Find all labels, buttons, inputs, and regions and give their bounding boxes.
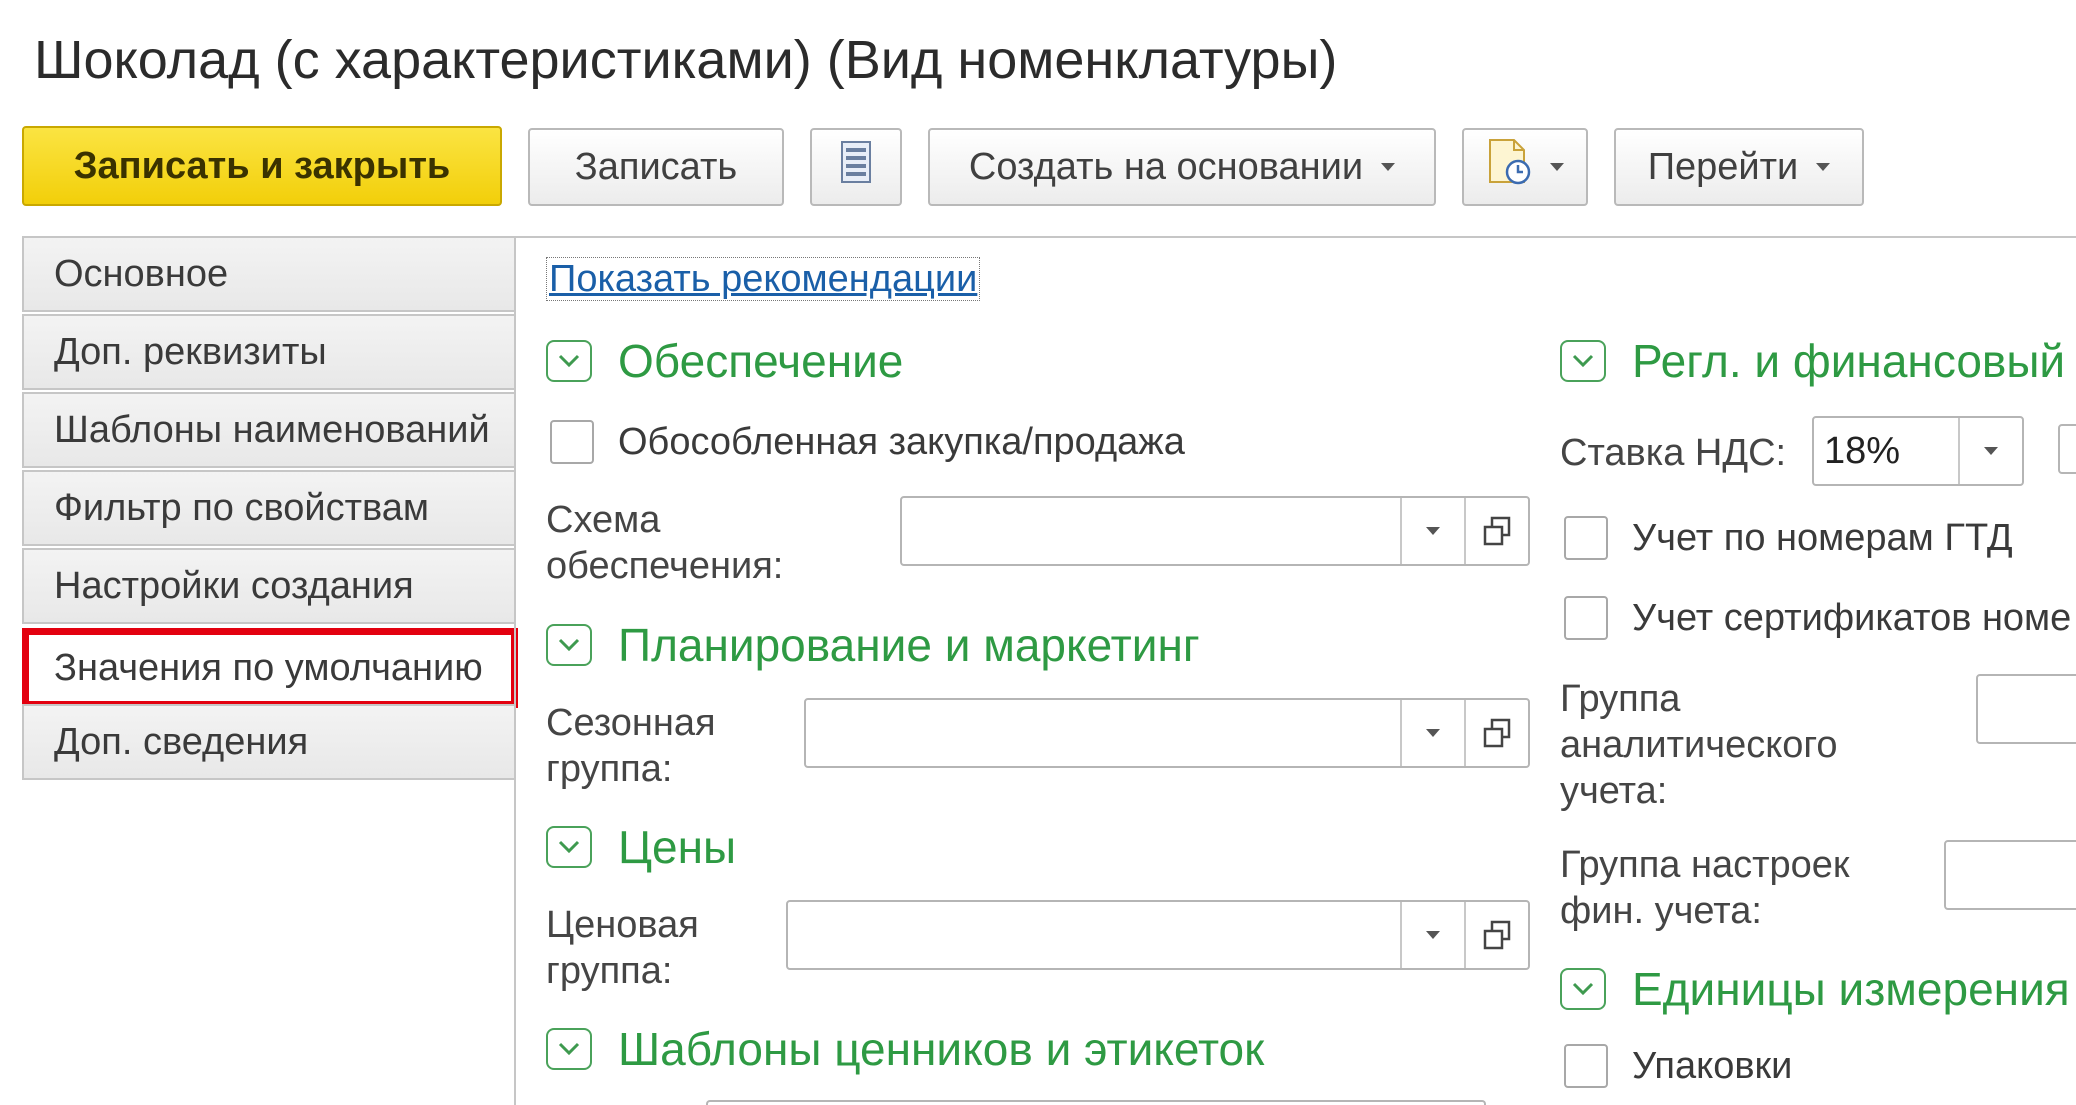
price-group-input[interactable]	[788, 902, 1400, 968]
checkbox-box[interactable]	[1564, 596, 1608, 640]
chevron-down-icon	[1426, 527, 1440, 535]
sidebar-item-creation-settings[interactable]: Настройки создания	[22, 548, 516, 624]
fin-settings-group-field[interactable]	[1944, 840, 2076, 910]
checkbox-box[interactable]	[550, 420, 594, 464]
chevron-down-icon[interactable]	[546, 624, 592, 666]
dropdown-button[interactable]	[1400, 498, 1464, 564]
show-recommendations-label: Показать рекомендации	[546, 257, 981, 301]
sidebar-item-label: Доп. реквизиты	[54, 330, 327, 373]
label-template-field[interactable]	[706, 1100, 1486, 1105]
season-group-field[interactable]	[804, 698, 1530, 768]
checkbox-box[interactable]	[1564, 516, 1608, 560]
vat-rate-value[interactable]: 18%	[1814, 418, 1958, 484]
chevron-down-icon[interactable]	[546, 340, 592, 382]
sidebar-item-label: Шаблоны наименований	[54, 408, 490, 451]
sidebar-item-extra-attributes[interactable]: Доп. реквизиты	[22, 314, 516, 390]
list-icon	[841, 141, 871, 193]
section-title: Регл. и финансовый	[1632, 335, 2066, 387]
fin-settings-group-label: Группа настроек фин. учета:	[1560, 844, 1850, 932]
sidebar-item-main[interactable]: Основное	[22, 236, 516, 312]
open-window-icon	[1483, 516, 1511, 546]
vat-extra-field[interactable]	[2058, 424, 2076, 474]
chevron-down-icon	[1381, 163, 1396, 171]
sidebar-item-label: Основное	[54, 252, 229, 295]
chevron-down-icon[interactable]	[546, 826, 592, 868]
reports-menu-button[interactable]	[1462, 128, 1588, 206]
section-title: Планирование и маркетинг	[618, 619, 1200, 671]
sidebar-item-label: Настройки создания	[54, 564, 414, 607]
season-group-label: Сезонная группа:	[546, 702, 716, 790]
section-label-templates[interactable]: Шаблоны ценников и этикеток	[546, 1022, 1264, 1076]
section-title: Цены	[618, 821, 737, 873]
sidebar-item-label: Доп. сведения	[54, 720, 309, 763]
separate-purchase-checkbox[interactable]: Обособленная закупка/продажа	[550, 420, 1185, 464]
goto-label: Перейти	[1647, 145, 1799, 188]
chevron-down-icon	[1426, 931, 1440, 939]
dropdown-button[interactable]	[1958, 418, 2022, 484]
section-prices[interactable]: Цены	[546, 820, 736, 874]
sidebar-item-default-values[interactable]: Значения по умолчанию	[22, 628, 518, 708]
supply-scheme-label: Схема обеспечения:	[546, 499, 784, 587]
open-button[interactable]	[1464, 498, 1528, 564]
save-and-close-button[interactable]: Записать и закрыть	[22, 126, 502, 206]
season-group-input[interactable]	[806, 700, 1400, 766]
section-regl-financial[interactable]: Регл. и финансовый	[1560, 334, 2065, 388]
open-button[interactable]	[1464, 902, 1528, 968]
vat-rate-field[interactable]: 18%	[1812, 416, 2024, 486]
sidebar-item-extra-info[interactable]: Доп. сведения	[22, 704, 516, 780]
chevron-down-icon[interactable]	[1560, 340, 1606, 382]
packages-checkbox[interactable]: Упаковки	[1564, 1044, 1792, 1088]
section-planning[interactable]: Планирование и маркетинг	[546, 618, 1200, 672]
supply-scheme-field[interactable]	[900, 496, 1530, 566]
dropdown-button[interactable]	[1400, 902, 1464, 968]
analytic-group-label: Группа аналитического учета:	[1560, 678, 1838, 812]
create-based-on-button[interactable]: Создать на основании	[928, 128, 1436, 206]
open-button[interactable]	[1464, 700, 1528, 766]
chevron-down-icon[interactable]	[1560, 968, 1606, 1010]
supply-scheme-input[interactable]	[902, 498, 1400, 564]
create-based-on-label: Создать на основании	[968, 145, 1364, 188]
chevron-down-icon	[1984, 447, 1998, 455]
section-title: Шаблоны ценников и этикеток	[618, 1023, 1265, 1075]
dropdown-button[interactable]	[1400, 700, 1464, 766]
chevron-down-icon	[1816, 163, 1831, 171]
sidebar-item-name-templates[interactable]: Шаблоны наименований	[22, 392, 516, 468]
open-window-icon	[1483, 920, 1511, 950]
checkbox-label: Упаковки	[1632, 1044, 1793, 1087]
checkbox-box[interactable]	[1564, 1044, 1608, 1088]
document-clock-icon	[1486, 138, 1532, 196]
goto-button[interactable]: Перейти	[1614, 128, 1864, 206]
show-recommendations-link[interactable]: Показать рекомендации	[546, 257, 981, 301]
vat-rate-label: Ставка НДС:	[1560, 432, 1787, 474]
save-and-close-label: Записать и закрыть	[73, 144, 451, 187]
chevron-down-icon[interactable]	[546, 1028, 592, 1070]
chevron-down-icon	[1426, 729, 1440, 737]
checkbox-label: Учет по номерам ГТД	[1632, 516, 2013, 559]
certificate-accounting-checkbox[interactable]: Учет сертификатов номе	[1564, 596, 2071, 640]
sidebar-item-property-filter[interactable]: Фильтр по свойствам	[22, 470, 516, 546]
section-title: Обеспечение	[618, 335, 904, 387]
checkbox-label: Учет сертификатов номе	[1632, 596, 2072, 639]
price-group-field[interactable]	[786, 900, 1530, 970]
window-title: Шоколад (с характеристиками) (Вид номенк…	[34, 30, 1338, 90]
sidebar-item-label: Значения по умолчанию	[54, 646, 483, 689]
checkbox-label: Обособленная закупка/продажа	[618, 420, 1185, 463]
section-units[interactable]: Единицы измерения	[1560, 962, 2070, 1016]
list-view-button[interactable]	[810, 128, 902, 206]
analytic-group-field[interactable]	[1976, 674, 2076, 744]
chevron-down-icon	[1550, 163, 1564, 171]
price-group-label: Ценовая группа:	[546, 904, 699, 992]
sidebar-item-label: Фильтр по свойствам	[54, 486, 430, 529]
section-title: Единицы измерения	[1632, 963, 2070, 1015]
save-label: Записать	[574, 145, 738, 188]
save-button[interactable]: Записать	[528, 128, 784, 206]
open-window-icon	[1483, 718, 1511, 748]
section-supply[interactable]: Обеспечение	[546, 334, 903, 388]
gtd-accounting-checkbox[interactable]: Учет по номерам ГТД	[1564, 516, 2013, 560]
